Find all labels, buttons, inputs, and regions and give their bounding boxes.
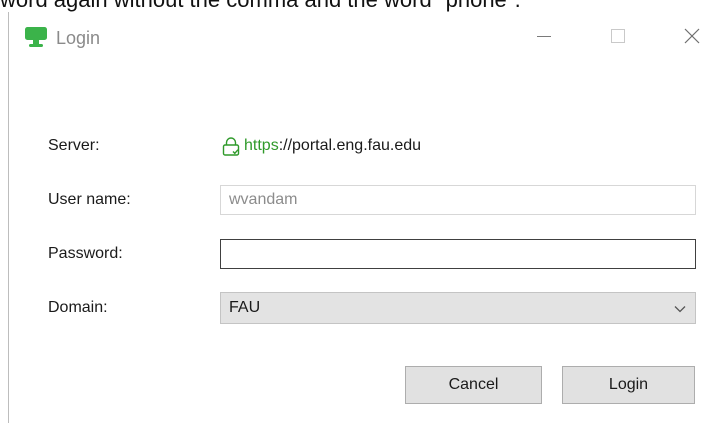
- password-label: Password:: [48, 245, 123, 262]
- login-button[interactable]: Login: [562, 366, 695, 404]
- domain-select[interactable]: FAU: [220, 292, 696, 324]
- domain-selected-value: FAU: [229, 299, 261, 316]
- screenshot-root: word again without the comma and the wor…: [0, 0, 721, 423]
- document-caption-text: word again without the comma and the wor…: [0, 0, 521, 12]
- window-title: Login: [56, 28, 101, 48]
- cancel-button[interactable]: Cancel: [405, 366, 542, 404]
- lock-icon: [221, 136, 241, 156]
- monitor-icon: [24, 26, 48, 48]
- server-label: Server:: [48, 137, 100, 154]
- username-label: User name:: [48, 191, 131, 208]
- maximize-button[interactable]: [598, 24, 638, 52]
- server-url: https://portal.eng.fau.edu: [221, 135, 421, 157]
- close-button[interactable]: [672, 24, 712, 52]
- server-url-scheme: https: [244, 137, 279, 154]
- password-field[interactable]: [220, 239, 696, 269]
- chevron-down-icon: [673, 302, 687, 316]
- close-icon: [683, 27, 701, 50]
- maximize-icon: [610, 28, 626, 49]
- username-field[interactable]: wvandam: [220, 185, 696, 215]
- minimize-icon: [536, 28, 552, 49]
- title-bar[interactable]: Login: [9, 12, 721, 64]
- minimize-button[interactable]: [524, 24, 564, 52]
- login-dialog: Login Server: https://portal.eng.fau.ed…: [8, 12, 721, 423]
- server-url-host: ://portal.eng.fau.edu: [278, 137, 422, 154]
- domain-label: Domain:: [48, 299, 108, 316]
